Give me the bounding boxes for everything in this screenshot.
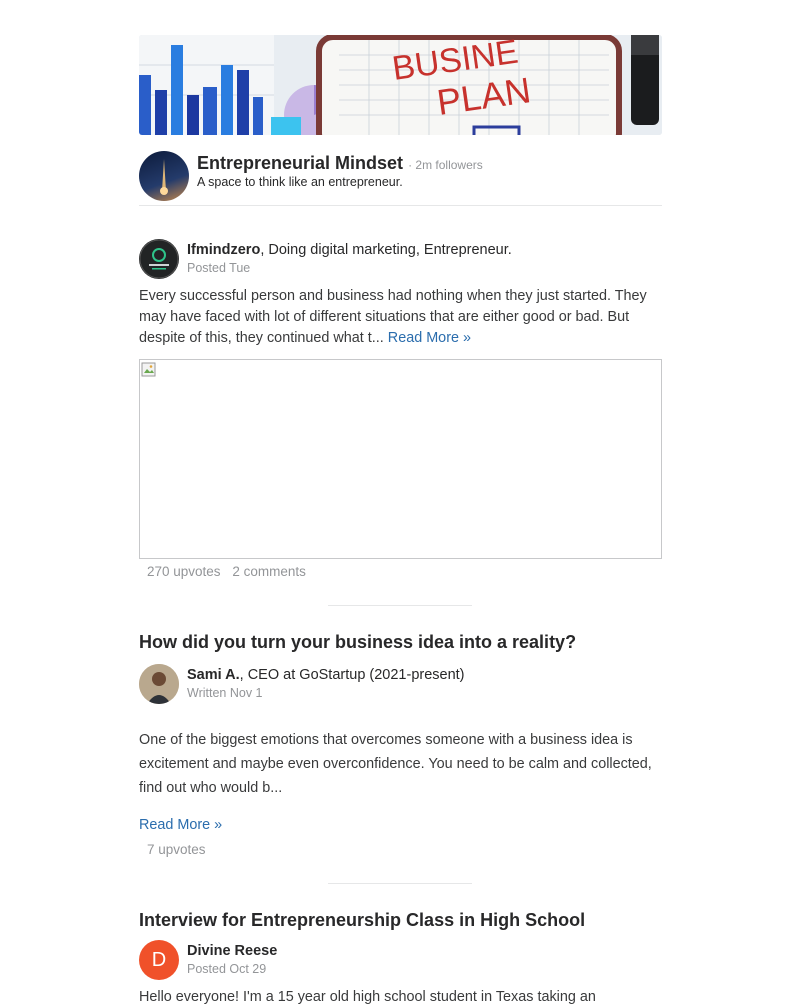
post-author: Ifmindzero, Doing digital marketing, Ent… xyxy=(139,239,662,281)
answer-timestamp[interactable]: Written Nov 1 xyxy=(187,686,263,700)
author-line: Divine Reese xyxy=(187,943,277,959)
author-name[interactable]: Ifmindzero xyxy=(187,242,260,258)
author-line: Sami A., CEO at GoStartup (2021-present) xyxy=(187,667,465,683)
answer-excerpt: One of the biggest emotions that overcom… xyxy=(139,732,652,796)
space-avatar[interactable] xyxy=(139,151,189,201)
post-body[interactable]: Hello everyone! I'm a 15 year old high s… xyxy=(139,987,663,1008)
author-credential: , CEO at GoStartup (2021-present) xyxy=(239,667,465,683)
answer-body[interactable]: One of the biggest emotions that overcom… xyxy=(139,728,663,800)
post-excerpt: Hello everyone! I'm a 15 year old high s… xyxy=(139,989,596,1005)
question-title[interactable]: How did you turn your business idea into… xyxy=(139,632,576,653)
avatar-letter: D xyxy=(151,949,167,971)
space-name[interactable]: Entrepreneurial Mindset xyxy=(197,153,403,173)
post-image[interactable] xyxy=(139,359,662,559)
author-avatar[interactable] xyxy=(139,664,179,704)
post-timestamp[interactable]: Posted Oct 29 xyxy=(187,962,266,976)
author-avatar[interactable] xyxy=(139,239,179,279)
comments-count[interactable]: 2 comments xyxy=(232,564,306,579)
author-name[interactable]: Sami A. xyxy=(187,667,240,683)
answer-stats: 7 upvotes xyxy=(147,842,214,857)
space-description: A space to think like an entrepreneur. xyxy=(197,175,403,189)
upvotes-count[interactable]: 270 upvotes xyxy=(147,564,221,579)
read-more-link[interactable]: Read More » xyxy=(388,330,471,346)
author-credential: , Doing digital marketing, Entrepreneur. xyxy=(260,242,512,258)
feed-divider xyxy=(328,883,472,884)
feed-divider xyxy=(328,605,472,606)
space-title[interactable]: Entrepreneurial Mindset · 2m followers xyxy=(197,153,483,174)
post-stats: 270 upvotes 2 comments xyxy=(147,564,314,579)
answer-author: Sami A., CEO at GoStartup (2021-present)… xyxy=(139,664,662,706)
space-header: Entrepreneurial Mindset · 2m followers A… xyxy=(139,151,662,206)
author-avatar[interactable]: D xyxy=(139,940,179,980)
read-more-link[interactable]: Read More » xyxy=(139,817,222,833)
broken-image-icon xyxy=(141,362,156,377)
post-timestamp[interactable]: Posted Tue xyxy=(187,261,250,275)
space-followers-count: · 2m followers xyxy=(408,158,483,172)
space-banner-image: BUSINE PLAN xyxy=(139,35,662,135)
space-feed-page: BUSINE PLAN Entrepreneurial Mindset · 2m… xyxy=(0,0,800,1005)
post-body[interactable]: Every successful person and business had… xyxy=(139,286,663,349)
author-name[interactable]: Divine Reese xyxy=(187,943,277,959)
post-author: D Divine Reese Posted Oct 29 xyxy=(139,940,662,982)
post-title[interactable]: Interview for Entrepreneurship Class in … xyxy=(139,910,585,931)
upvotes-count[interactable]: 7 upvotes xyxy=(147,842,206,857)
author-line: Ifmindzero, Doing digital marketing, Ent… xyxy=(187,242,512,258)
